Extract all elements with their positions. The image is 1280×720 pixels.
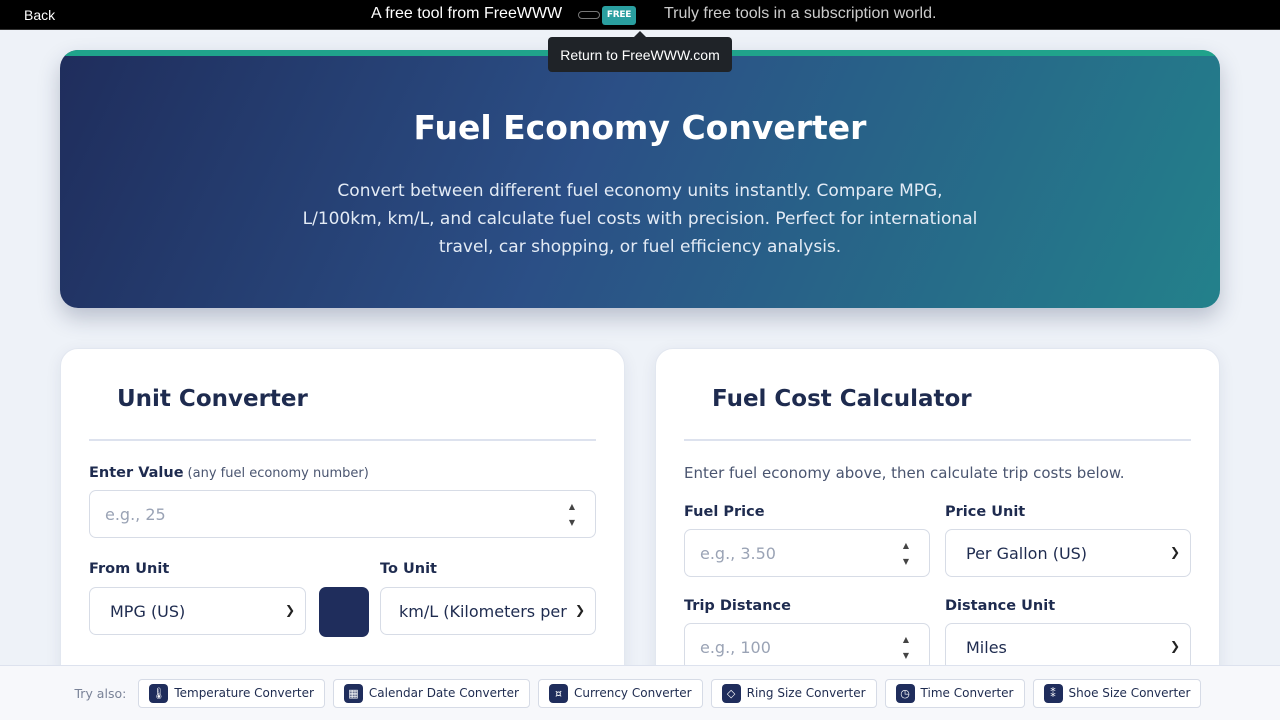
clock-icon: ◷ <box>895 683 915 703</box>
unit-converter-title: Unit Converter <box>117 386 308 412</box>
link-calendar-date-converter[interactable]: ▦ Calendar Date Converter <box>332 678 530 708</box>
link-time-converter[interactable]: ◷ Time Converter <box>884 678 1025 708</box>
link-label: Shoe Size Converter <box>1068 686 1191 700</box>
chevron-down-icon: ❯ <box>1169 545 1180 559</box>
price-unit-value: Per Gallon (US) <box>966 543 1088 563</box>
link-shoe-size-converter[interactable]: ⁑ Shoe Size Converter <box>1032 678 1202 708</box>
link-label: Ring Size Converter <box>746 686 866 700</box>
ring-icon: ◇ <box>721 683 741 703</box>
price-unit-label: Price Unit <box>945 504 1026 520</box>
related-tools-bar: Try also: 🌡 Temperature Converter ▦ Cale… <box>0 665 1280 720</box>
distance-unit-label: Distance Unit <box>945 598 1056 614</box>
return-tooltip: Return to FreeWWW.com <box>548 31 732 72</box>
value-label: Enter Value (any fuel economy number) <box>89 465 369 481</box>
trip-distance-placeholder: e.g., 100 <box>700 637 771 657</box>
subtagline: Truly free tools in a subscription world… <box>664 5 937 22</box>
fuel-price-stepper[interactable]: ▲ ▼ <box>901 542 911 566</box>
divider <box>89 439 596 441</box>
value-label-text: Enter Value <box>89 465 184 481</box>
currency-icon: ¤ <box>548 683 568 703</box>
link-label: Time Converter <box>920 686 1014 700</box>
value-hint: (any fuel economy number) <box>187 466 369 481</box>
try-also-label: Try also: <box>74 685 127 701</box>
fuel-price-input[interactable]: e.g., 3.50 ▲ ▼ <box>684 529 930 577</box>
calendar-icon: ▦ <box>343 683 363 703</box>
link-label: Currency Converter <box>573 686 692 700</box>
hero-banner: Fuel Economy Converter Convert between d… <box>60 50 1220 308</box>
tagline: A free tool from FreeWWW <box>371 5 563 22</box>
trip-distance-label: Trip Distance <box>684 598 791 614</box>
distance-unit-value: Miles <box>966 637 1007 657</box>
value-input[interactable]: e.g., 25 ▲ ▼ <box>89 490 596 538</box>
link-ring-size-converter[interactable]: ◇ Ring Size Converter <box>710 678 877 708</box>
page-title: Fuel Economy Converter <box>413 108 867 147</box>
fuel-price-label: Fuel Price <box>684 504 765 520</box>
hero-description: Convert between different fuel economy u… <box>302 181 978 257</box>
swap-units-button[interactable] <box>319 587 369 637</box>
divider <box>684 439 1191 441</box>
cable-icon <box>578 11 600 19</box>
from-unit-label: From Unit <box>89 561 170 577</box>
link-currency-converter[interactable]: ¤ Currency Converter <box>537 678 703 708</box>
freewww-logo[interactable]: FREE <box>578 5 638 25</box>
price-unit-select[interactable]: Per Gallon (US) ❯ <box>945 529 1191 577</box>
logo-badge: FREE <box>602 5 636 25</box>
value-placeholder: e.g., 25 <box>105 504 166 524</box>
thermometer-icon: 🌡 <box>149 683 169 703</box>
fuel-price-placeholder: e.g., 3.50 <box>700 543 776 563</box>
link-label: Calendar Date Converter <box>368 686 519 700</box>
top-bar: Back A free tool from FreeWWW FREE Truly… <box>0 0 1280 30</box>
chevron-down-icon: ❯ <box>574 603 585 617</box>
fuel-cost-card: Fuel Cost Calculator Enter fuel economy … <box>655 348 1220 688</box>
fuel-cost-intro: Enter fuel economy above, then calculate… <box>684 464 1125 482</box>
from-unit-value: MPG (US) <box>110 601 186 621</box>
distance-unit-select[interactable]: Miles ❯ <box>945 623 1191 671</box>
footprints-icon: ⁑ <box>1043 683 1063 703</box>
to-unit-value: km/L (Kilometers per L <box>399 601 567 621</box>
chevron-down-icon: ❯ <box>284 603 295 617</box>
fuel-cost-title: Fuel Cost Calculator <box>712 386 972 412</box>
value-stepper[interactable]: ▲ ▼ <box>567 503 577 527</box>
to-unit-select[interactable]: km/L (Kilometers per L ❯ <box>380 587 596 635</box>
to-unit-label: To Unit <box>380 561 437 577</box>
unit-converter-card: Unit Converter Enter Value (any fuel econ… <box>60 348 625 688</box>
link-temperature-converter[interactable]: 🌡 Temperature Converter <box>138 678 325 708</box>
trip-distance-input[interactable]: e.g., 100 ▲ ▼ <box>684 623 930 671</box>
link-label: Temperature Converter <box>174 686 314 700</box>
from-unit-select[interactable]: MPG (US) ❯ <box>89 587 306 635</box>
back-link[interactable]: Back <box>24 7 55 23</box>
chevron-down-icon: ❯ <box>1169 639 1180 653</box>
trip-distance-stepper[interactable]: ▲ ▼ <box>901 636 911 660</box>
